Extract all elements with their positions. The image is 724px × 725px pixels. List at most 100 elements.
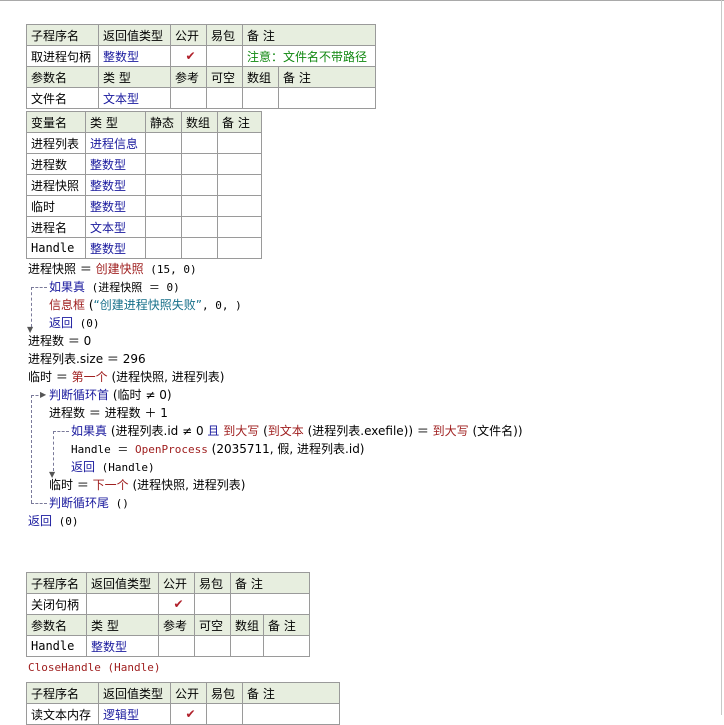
col-public: 公开 [158,572,195,594]
subroutine-table-2: 子程序名 返回值类型 公开 易包 备 注 关闭句柄 ✔ 参数名 类 型 参考 可… [26,572,311,657]
code-line[interactable]: 临时 ＝ 第一个 (进程快照, 进程列表) [28,369,224,385]
param-row: 文件名 文本型 [26,87,377,109]
flow-arrow-right-icon: ▶ [40,390,47,399]
code-line[interactable]: 进程数 ＝ 0 [28,333,91,349]
col-note: 备 注 [229,572,311,594]
var-type[interactable]: 整数型 [85,153,146,175]
col-sub-name: 子程序名 [26,682,99,704]
subroutine-table-3: 子程序名 返回值类型 公开 易包 备 注 读文本内存 逻辑型 ✔ [26,682,340,725]
public-check-icon[interactable]: ✔ [158,593,195,615]
col-easy-pkg: 易包 [206,682,243,704]
variables-table: 变量名 类 型 静态 数组 备 注 进程列表 进程信息 进程数 整数型 进程快照 整数… [26,111,262,259]
col-return-type: 返回值类型 [86,572,159,594]
code-line[interactable]: 信息框 (“创建进程快照失败”, 0, ) [49,297,242,314]
col-easy-pkg: 易包 [206,24,243,46]
flow-line [31,287,47,288]
code-line[interactable]: 进程快照 ＝ 创建快照 (15, 0) [28,261,197,278]
return-type[interactable]: 整数型 [98,45,171,67]
subroutine-note[interactable] [229,593,311,615]
col-var-array: 数组 [181,111,218,133]
var-name[interactable]: 进程数 [26,153,86,175]
col-ref: 参考 [158,614,195,636]
code-line[interactable]: 返回 (0) [49,315,100,332]
code-line[interactable]: 返回 (Handle) [71,459,155,476]
subroutine-row: 关闭句柄 ✔ [26,593,311,615]
variable-row: 临时 整数型 [26,195,262,217]
code-line[interactable]: 进程列表.size ＝ 296 [28,351,146,367]
top-border [0,0,724,1]
col-param-type: 类 型 [86,614,159,636]
code-line[interactable]: 临时 ＝ 下一个 (进程快照, 进程列表) [49,477,245,493]
param-type[interactable]: 整数型 [86,635,159,657]
flow-line [53,431,69,432]
subroutine-name[interactable]: 取进程句柄 [26,45,99,67]
subroutine-row: 取进程句柄 整数型 ✔ 注意：文件名不带路径 [26,45,377,67]
col-var-note: 备 注 [217,111,262,133]
var-name[interactable]: Handle [26,237,86,259]
var-type[interactable]: 整数型 [85,237,146,259]
col-param-type: 类 型 [98,66,171,88]
col-param-name: 参数名 [26,66,99,88]
var-name[interactable]: 进程快照 [26,174,86,196]
variable-row: Handle 整数型 [26,237,262,259]
public-check-icon[interactable]: ✔ [170,703,207,725]
var-type[interactable]: 整数型 [85,195,146,217]
variables-header-row: 变量名 类 型 静态 数组 备 注 [26,111,262,133]
flow-arrow-down-icon: ▼ [49,470,56,479]
subroutine-table-1: 子程序名 返回值类型 公开 易包 备 注 取进程句柄 整数型 ✔ 注意：文件名不… [26,24,377,109]
code-line[interactable]: 判断循环尾 () [49,495,129,512]
flow-line [31,287,32,327]
subroutine-name[interactable]: 关闭句柄 [26,593,87,615]
var-type[interactable]: 文本型 [85,216,146,238]
col-nullable: 可空 [206,66,243,88]
return-type[interactable] [86,593,159,615]
easy-pkg-cell[interactable] [194,593,231,615]
col-var-type: 类 型 [85,111,146,133]
col-return-type: 返回值类型 [98,24,171,46]
col-sub-name: 子程序名 [26,572,87,594]
flow-line [31,503,47,504]
subroutine-name[interactable]: 读文本内存 [26,703,99,725]
code-line[interactable]: 如果真 (进程列表.id ≠ 0 且 到大写 (到文本 (进程列表.exefil… [71,423,523,439]
variable-row: 进程数 整数型 [26,153,262,175]
var-name[interactable]: 进程列表 [26,132,86,154]
col-public: 公开 [170,682,207,704]
param-name[interactable]: 文件名 [26,87,99,109]
param-row: Handle 整数型 [26,635,311,657]
col-var-name: 变量名 [26,111,86,133]
var-type[interactable]: 进程信息 [85,132,146,154]
variable-row: 进程名 文本型 [26,216,262,238]
code-line[interactable]: 如果真 (进程快照 ＝ 0) [49,279,180,296]
var-type[interactable]: 整数型 [85,174,146,196]
public-check-icon[interactable]: ✔ [170,45,207,67]
code-line[interactable]: 返回 (0) [28,513,79,530]
var-name[interactable]: 进程名 [26,216,86,238]
right-border [721,0,722,715]
subroutine-header-row: 子程序名 返回值类型 公开 易包 备 注 [26,682,340,704]
param-type[interactable]: 文本型 [98,87,171,109]
col-ref: 参考 [170,66,207,88]
code-line[interactable]: CloseHandle (Handle) [28,659,160,676]
subroutine-note[interactable]: 注意：文件名不带路径 [241,45,377,67]
col-array: 数组 [242,66,279,88]
flow-line [53,431,54,471]
param-name[interactable]: Handle [26,635,87,657]
col-note: 备 注 [242,682,340,704]
col-easy-pkg: 易包 [194,572,231,594]
col-static: 静态 [145,111,182,133]
subroutine-header-row: 子程序名 返回值类型 公开 易包 备 注 [26,24,377,46]
flow-arrow-down-icon: ▼ [27,325,34,334]
code-line[interactable]: 进程数 ＝ 进程数 ＋ 1 [49,405,168,421]
col-return-type: 返回值类型 [98,682,171,704]
param-header-row: 参数名 类 型 参考 可空 数组 备 注 [26,614,311,636]
code-line[interactable]: Handle ＝ OpenProcess (2035711, 假, 进程列表.i… [71,441,365,458]
col-nullable: 可空 [194,614,231,636]
variable-row: 进程快照 整数型 [26,174,262,196]
col-sub-name: 子程序名 [26,24,99,46]
easy-pkg-cell[interactable] [206,45,243,67]
var-name[interactable]: 临时 [26,195,86,217]
code-line[interactable]: 判断循环首 (临时 ≠ 0) [49,387,172,403]
return-type[interactable]: 逻辑型 [98,703,171,725]
subroutine-header-row: 子程序名 返回值类型 公开 易包 备 注 [26,572,311,594]
col-array: 数组 [230,614,264,636]
